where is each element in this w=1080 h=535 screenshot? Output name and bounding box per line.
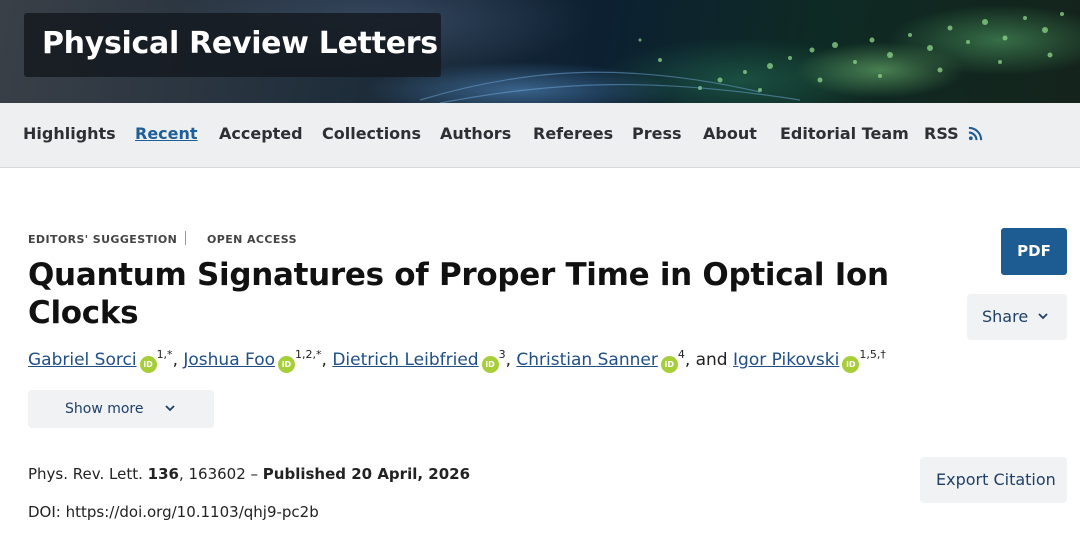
journal-logo[interactable]: Physical Review Letters: [24, 13, 441, 77]
share-button-label: Share: [982, 307, 1029, 326]
pdf-button[interactable]: PDF: [1001, 228, 1067, 275]
nav-item-rss[interactable]: RSS: [924, 124, 983, 143]
author-separator: ,: [172, 350, 184, 370]
author-separator: ,: [321, 350, 333, 370]
article-title: Quantum Signatures of Proper Time in Opt…: [28, 257, 889, 331]
journal-title[interactable]: Physical Review Letters: [42, 26, 438, 61]
author-affiliation: 3: [498, 348, 506, 361]
citation-published-date: Published 20 April, 2026: [262, 465, 471, 483]
author-link[interactable]: Dietrich Leibfried: [332, 350, 478, 370]
nav-item-editorial-team[interactable]: Editorial Team: [780, 124, 909, 143]
author-conjunction: , and: [684, 350, 734, 370]
citation-volume: 136: [147, 465, 179, 483]
nav-item-recent[interactable]: Recent: [135, 124, 198, 143]
author-affiliation: 4: [677, 348, 685, 361]
citation-line: Phys. Rev. Lett. 136, 163602 – Published…: [28, 465, 470, 483]
show-more-button[interactable]: Show more: [28, 390, 214, 428]
author-list: Gabriel Sorci iD1,*, Joshua Foo iD1,2,*, D…: [28, 348, 886, 373]
nav-item-accepted[interactable]: Accepted: [219, 124, 303, 143]
show-more-label: Show more: [65, 401, 144, 417]
orcid-icon[interactable]: iD: [842, 356, 860, 373]
tag-open-access: OPEN ACCESS: [207, 233, 297, 246]
export-citation-label: Export Citation: [936, 470, 1056, 489]
chevron-down-icon: [1038, 313, 1048, 320]
orcid-icon[interactable]: iD: [660, 356, 678, 373]
chevron-down-icon: [165, 405, 175, 412]
citation-journal: Phys. Rev. Lett.: [28, 465, 148, 483]
export-citation-button[interactable]: Export Citation: [920, 457, 1067, 503]
author-link[interactable]: Gabriel Sorci: [28, 350, 137, 370]
nav-item-collections[interactable]: Collections: [322, 124, 421, 143]
nav-item-highlights[interactable]: Highlights: [23, 124, 116, 143]
author-affiliation: 1,5,†: [859, 348, 886, 361]
author-affiliation: 1,2,*: [295, 348, 322, 361]
author-separator: ,: [505, 350, 517, 370]
author-affiliation: 1,*: [156, 348, 173, 361]
tag-divider: [185, 231, 186, 245]
rss-icon: [969, 126, 983, 141]
main-nav: Highlights Recent Accepted Collections A…: [0, 103, 1080, 168]
nav-item-about[interactable]: About: [703, 124, 757, 143]
citation-article-number: , 163602 –: [178, 465, 263, 483]
tag-editors-suggestion: EDITORS' SUGGESTION: [28, 233, 178, 246]
orcid-icon[interactable]: iD: [481, 356, 499, 373]
nav-item-press[interactable]: Press: [632, 124, 682, 143]
orcid-icon[interactable]: iD: [278, 356, 295, 373]
journal-banner: Physical Review Letters: [0, 0, 1080, 103]
orcid-icon[interactable]: iD: [139, 356, 157, 373]
author-link[interactable]: Christian Sanner: [516, 350, 657, 370]
share-button[interactable]: Share: [967, 294, 1067, 340]
author-link[interactable]: Igor Pikovski: [733, 350, 839, 370]
doi-line[interactable]: DOI: https://doi.org/10.1103/qhj9-pc2b: [28, 503, 319, 521]
nav-item-referees[interactable]: Referees: [533, 124, 613, 143]
nav-item-rss-label: RSS: [924, 124, 959, 143]
pdf-button-label: PDF: [1017, 242, 1051, 260]
author-link[interactable]: Joshua Foo: [183, 350, 275, 370]
nav-item-authors[interactable]: Authors: [440, 124, 511, 143]
